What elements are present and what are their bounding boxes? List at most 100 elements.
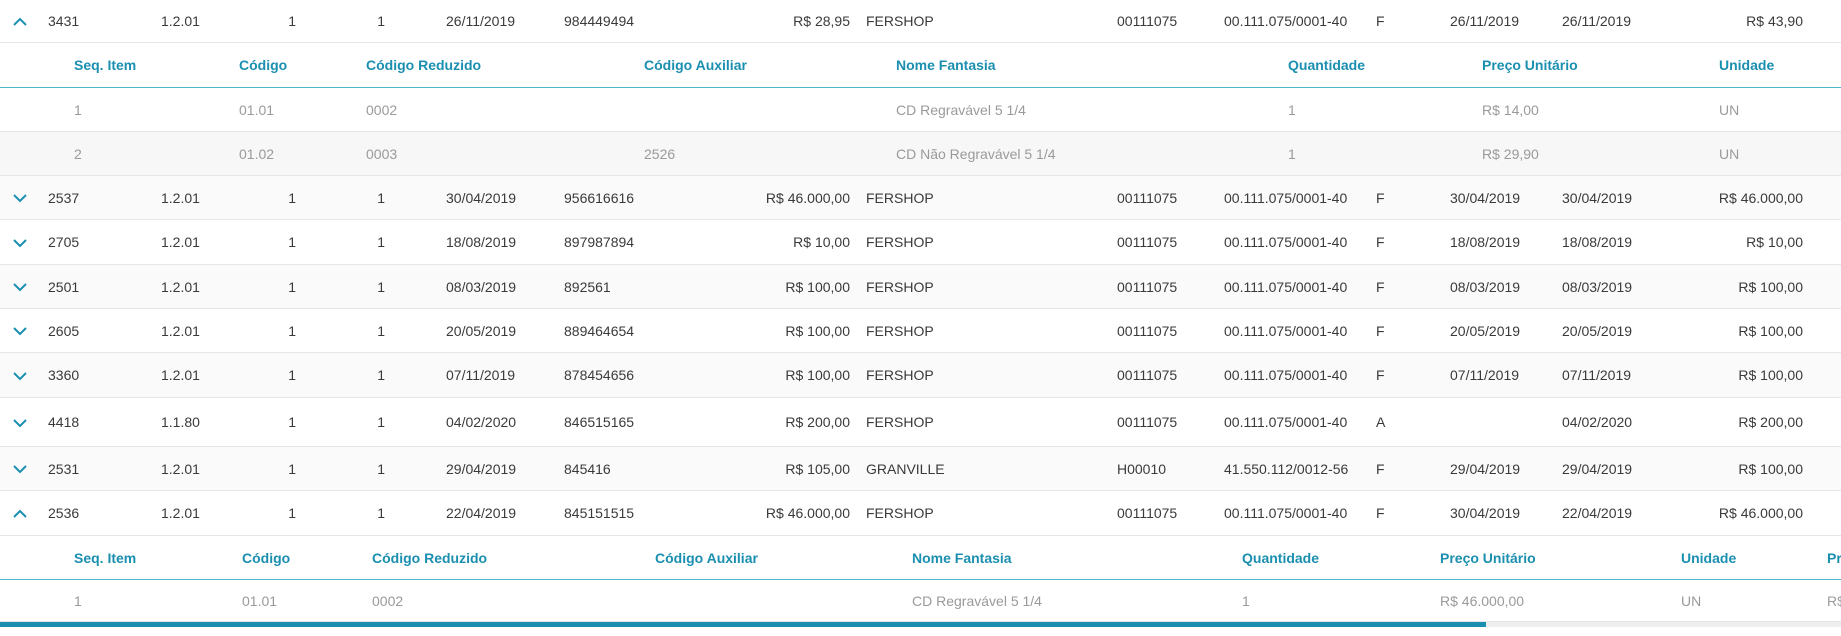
cell-nota: 845416	[564, 461, 611, 477]
chevron-down-icon[interactable]	[11, 189, 29, 207]
cell-total: R$ 46.000,00	[1718, 190, 1803, 206]
column-header-preco-unitario[interactable]: Preço Unitário	[1440, 536, 1536, 580]
cell-valor: R$ 46.000,00	[765, 505, 850, 521]
cell-b: 1	[377, 279, 385, 295]
cell-fantasia: FERSHOP	[866, 505, 934, 521]
cell-codigo: 00111075	[1117, 367, 1178, 383]
column-header-preco-total[interactable]: Pr	[1827, 536, 1841, 580]
cell-emissao: 30/04/2019	[446, 190, 517, 206]
chevron-down-icon[interactable]	[11, 414, 29, 432]
column-header-codigo[interactable]: Código	[239, 43, 287, 88]
column-header-codigo-reduzido[interactable]: Código Reduzido	[366, 43, 481, 88]
sub-cell-nome-fantasia: CD Regravável 5 1/4	[912, 593, 1042, 609]
cell-total: R$ 100,00	[1738, 461, 1803, 477]
sub-cell-preco-unitario: R$ 46.000,00	[1440, 593, 1525, 609]
cell-data2: 18/08/2019	[1562, 234, 1633, 250]
cell-emissao: 20/05/2019	[446, 323, 517, 339]
sub-cell-codigo-reduzido: 0003	[366, 146, 398, 162]
column-header-codigo-auxiliar[interactable]: Código Auxiliar	[655, 536, 758, 580]
cell-fantasia: FERSHOP	[866, 279, 934, 295]
chevron-up-icon[interactable]	[11, 505, 29, 523]
table-row[interactable]: 2705 1.2.01 1 1 18/08/2019 897987894 R$ 10,00 F…	[0, 220, 1841, 265]
sub-cell-codigo: 01.02	[239, 146, 275, 162]
cell-data1: 30/04/2019	[1450, 505, 1521, 521]
cell-emissao: 07/11/2019	[446, 367, 516, 383]
sub-table-row[interactable]: 1 01.01 0002 CD Regravável 5 1/4 1 R$ 46.000,…	[0, 580, 1841, 622]
cell-fantasia: FERSHOP	[866, 190, 934, 206]
cell-status: F	[1376, 367, 1385, 383]
sub-cell-unidade: UN	[1719, 146, 1740, 162]
column-header-codigo-auxiliar[interactable]: Código Auxiliar	[644, 43, 747, 88]
cell-b: 1	[377, 367, 385, 383]
cell-b: 1	[377, 505, 385, 521]
table-row[interactable]: 3431 1.2.01 1 1 26/11/2019 984449494 R$ 28,95 F…	[0, 0, 1841, 43]
cell-a: 1	[288, 367, 296, 383]
column-header-seq-item[interactable]: Seq. Item	[74, 43, 136, 88]
cell-valor: R$ 100,00	[785, 367, 850, 383]
table-row[interactable]: 2605 1.2.01 1 1 20/05/2019 889464654 R$ 100,00…	[0, 309, 1841, 353]
cell-status: F	[1376, 234, 1385, 250]
table-row[interactable]: 2537 1.2.01 1 1 30/04/2019 956616616 R$ 46.000…	[0, 176, 1841, 220]
chevron-down-icon[interactable]	[11, 322, 29, 340]
chevron-down-icon[interactable]	[11, 278, 29, 296]
cell-total: R$ 100,00	[1738, 279, 1803, 295]
sub-cell-preco-unitario: R$ 14,00	[1482, 102, 1539, 118]
cell-nota: 846515165	[564, 414, 635, 430]
cell-status: A	[1376, 414, 1386, 430]
cell-nota: 845151515	[564, 505, 635, 521]
sub-table-row[interactable]: 2 01.02 0003 2526 CD Não Regravável 5 1/4 1 R$…	[0, 132, 1841, 176]
cell-data2: 30/04/2019	[1562, 190, 1633, 206]
column-header-nome-fantasia[interactable]: Nome Fantasia	[896, 43, 996, 88]
column-header-nome-fantasia[interactable]: Nome Fantasia	[912, 536, 1012, 580]
cell-status: F	[1376, 505, 1385, 521]
cell-fantasia: FERSHOP	[866, 367, 934, 383]
cell-data2: 04/02/2020	[1562, 414, 1633, 430]
cell-fantasia: GRANVILLE	[866, 461, 945, 477]
cell-status: F	[1376, 461, 1385, 477]
chevron-up-icon[interactable]	[11, 13, 29, 31]
scrollbar-thumb[interactable]	[0, 622, 1486, 627]
cell-conta: 1.2.01	[161, 279, 200, 295]
cell-conta: 1.1.80	[161, 414, 200, 430]
column-header-codigo[interactable]: Código	[242, 536, 290, 580]
cell-valor: R$ 10,00	[793, 234, 850, 250]
table-row[interactable]: 4418 1.1.80 1 1 04/02/2020 846515165 R$ 200,00…	[0, 398, 1841, 447]
horizontal-scrollbar[interactable]	[0, 622, 1841, 627]
cell-a: 1	[288, 414, 296, 430]
column-header-quantidade[interactable]: Quantidade	[1288, 43, 1365, 88]
column-header-seq-item[interactable]: Seq. Item	[74, 536, 136, 580]
cell-codigo: 00111075	[1117, 234, 1178, 250]
cell-cnpj: 41.550.112/0012-56	[1224, 461, 1349, 477]
chevron-down-icon[interactable]	[11, 460, 29, 478]
cell-total: R$ 46.000,00	[1718, 505, 1803, 521]
sub-cell-seq-item: 1	[74, 593, 82, 609]
column-header-unidade[interactable]: Unidade	[1681, 536, 1736, 580]
column-header-preco-unitario[interactable]: Preço Unitário	[1482, 43, 1578, 88]
cell-seq: 2531	[48, 461, 80, 477]
cell-a: 1	[288, 505, 296, 521]
column-header-codigo-reduzido[interactable]: Código Reduzido	[372, 536, 487, 580]
cell-total: R$ 43,90	[1746, 13, 1803, 29]
chevron-down-icon[interactable]	[11, 367, 29, 385]
column-header-quantidade[interactable]: Quantidade	[1242, 536, 1319, 580]
cell-a: 1	[288, 190, 296, 206]
cell-seq: 2537	[48, 190, 80, 206]
cell-conta: 1.2.01	[161, 461, 200, 477]
column-header-unidade[interactable]: Unidade	[1719, 43, 1774, 88]
sub-cell-seq-item: 1	[74, 102, 82, 118]
cell-codigo: H00010	[1117, 461, 1167, 477]
cell-codigo: 00111075	[1117, 505, 1178, 521]
sub-table-row[interactable]: 1 01.01 0002 CD Regravável 5 1/4 1 R$ 14,00 UN	[0, 88, 1841, 132]
sub-cell-nome-fantasia: CD Regravável 5 1/4	[896, 102, 1026, 118]
table-row[interactable]: 3360 1.2.01 1 1 07/11/2019 878454656 R$ 100,00…	[0, 353, 1841, 398]
table-row[interactable]: 2536 1.2.01 1 1 22/04/2019 845151515 R$ 46.000…	[0, 491, 1841, 536]
chevron-down-icon[interactable]	[11, 234, 29, 252]
cell-valor: R$ 46.000,00	[765, 190, 850, 206]
table-row[interactable]: 2501 1.2.01 1 1 08/03/2019 892561 R$ 100,00 FER…	[0, 265, 1841, 309]
table-row[interactable]: 2531 1.2.01 1 1 29/04/2019 845416 R$ 105,00 GRA…	[0, 447, 1841, 491]
cell-fantasia: FERSHOP	[866, 414, 934, 430]
cell-emissao: 26/11/2019	[446, 13, 516, 29]
cell-cnpj: 00.111.075/0001-40	[1224, 414, 1348, 430]
sub-cell-codigo: 01.01	[239, 102, 275, 118]
cell-data1: 30/04/2019	[1450, 190, 1521, 206]
